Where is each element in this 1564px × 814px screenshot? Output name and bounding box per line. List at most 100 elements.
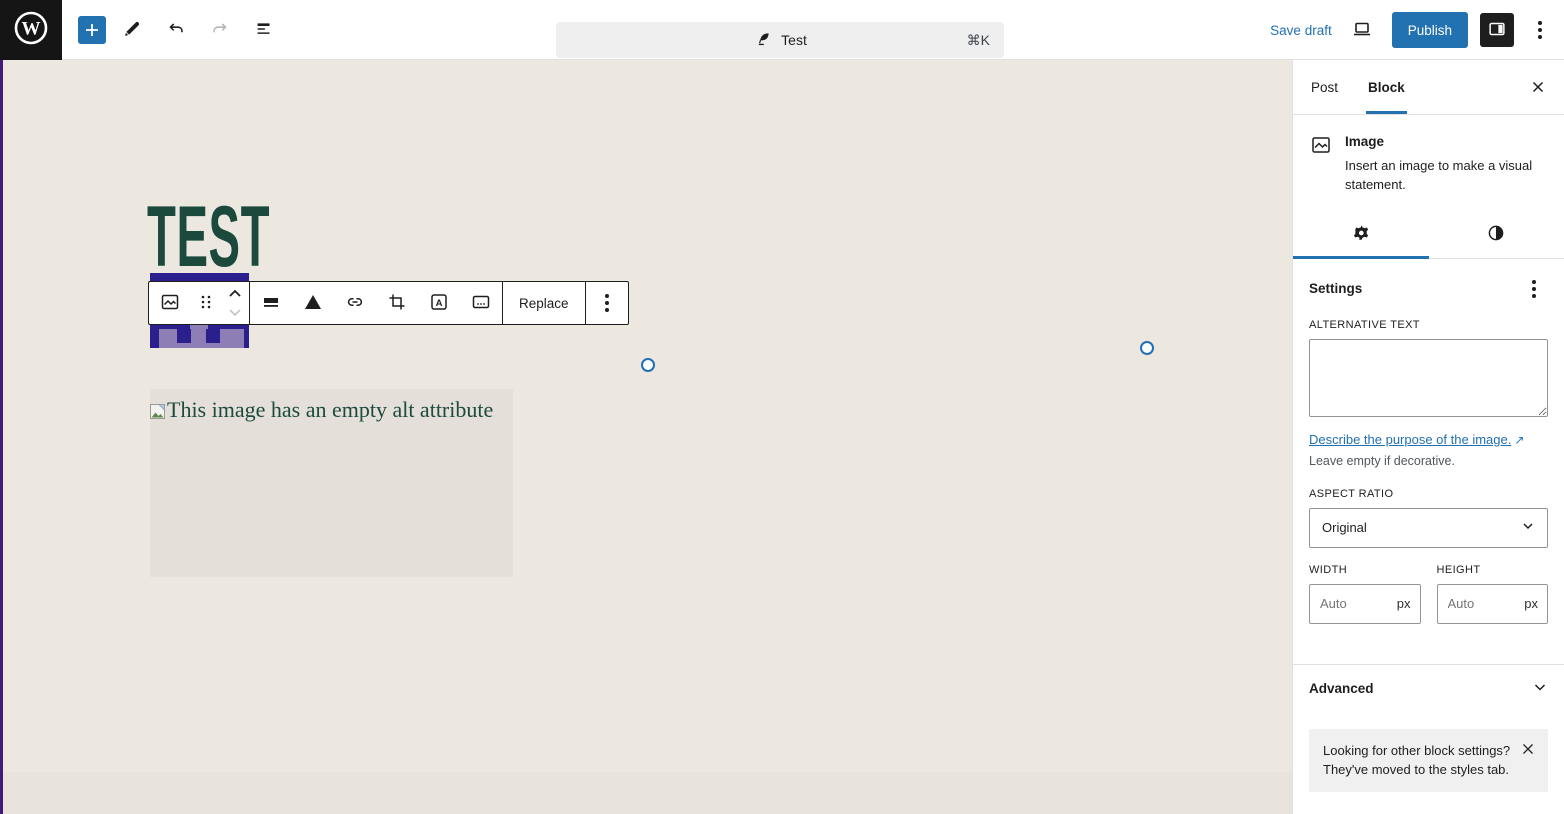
decorative-note: Leave empty if decorative.	[1309, 453, 1455, 468]
block-card-title: Image	[1345, 134, 1385, 149]
drag-handle-icon	[197, 293, 215, 314]
duotone-filter-button[interactable]	[292, 282, 334, 324]
broken-image-icon	[150, 400, 166, 426]
settings-heading: Settings	[1309, 281, 1363, 297]
link-icon	[343, 290, 367, 317]
caption-icon	[469, 290, 493, 317]
sidebar-tabs: Post Block	[1293, 60, 1564, 115]
resize-handle-left[interactable]	[641, 358, 655, 372]
tab-settings[interactable]	[1293, 211, 1429, 259]
align-button[interactable]	[250, 282, 292, 324]
svg-text:W: W	[22, 18, 41, 39]
image-block-type-button[interactable]	[149, 282, 191, 324]
alt-text-input[interactable]	[1309, 338, 1548, 417]
aspect-ratio-select[interactable]: Original	[1309, 507, 1548, 548]
replace-button[interactable]: Replace	[503, 282, 585, 324]
styles-contrast-icon	[1485, 222, 1507, 247]
crop-button[interactable]	[376, 282, 418, 324]
tab-styles[interactable]	[1429, 211, 1564, 258]
settings-options-button[interactable]	[1520, 275, 1548, 303]
wordpress-logo-icon: W	[13, 10, 49, 51]
wordpress-logo-button[interactable]: W	[0, 0, 62, 60]
tab-block[interactable]: Block	[1366, 60, 1407, 114]
editor-top-bar: W Test ⌘K Save draft Publish	[0, 0, 1564, 60]
dimension-fields: WIDTH px HEIGHT px	[1309, 564, 1548, 624]
settings-styles-tabs	[1293, 211, 1564, 259]
advanced-label: Advanced	[1309, 681, 1374, 697]
width-field: px	[1309, 583, 1421, 624]
command-center-bar[interactable]: Test ⌘K	[556, 22, 1004, 58]
block-card: Image Insert an image to make a visual s…	[1293, 115, 1564, 211]
advanced-chevron-icon	[1532, 679, 1548, 698]
settings-panel: Settings ALTERNATIVE TEXT Describe the p…	[1293, 259, 1564, 640]
resize-handle-right[interactable]	[1140, 341, 1154, 355]
settings-sidebar: Post Block Image Insert an image to make…	[1292, 60, 1564, 814]
advanced-section-toggle[interactable]: Advanced	[1293, 665, 1564, 713]
notice-text: Looking for other block settings? They'v…	[1323, 742, 1511, 778]
notice-close-icon	[1520, 741, 1536, 760]
aspect-ratio-value: Original	[1322, 520, 1367, 536]
crop-icon	[385, 290, 409, 317]
close-sidebar-button[interactable]	[1524, 74, 1552, 102]
dismiss-notice-button[interactable]	[1516, 739, 1540, 763]
width-unit: px	[1396, 596, 1411, 612]
edit-tool-button[interactable]	[114, 12, 150, 48]
gear-icon	[1350, 222, 1372, 247]
list-view-icon	[253, 18, 275, 43]
block-kebab-icon	[604, 294, 609, 312]
chevron-down-icon	[1521, 519, 1535, 536]
block-inserter-button[interactable]	[78, 16, 106, 44]
height-label: HEIGHT	[1436, 563, 1481, 576]
pencil-icon	[121, 18, 143, 43]
redo-icon	[209, 18, 231, 43]
width-label: WIDTH	[1309, 563, 1348, 576]
save-draft-button[interactable]: Save draft	[1270, 23, 1332, 38]
undo-icon	[165, 18, 187, 43]
describe-purpose-link[interactable]: Describe the purpose of the image. ↗	[1309, 432, 1524, 447]
options-menu-button[interactable]	[1526, 12, 1554, 48]
editor-canvas[interactable]: TEST This image has an empty alt attribu…	[3, 60, 1292, 814]
document-overview-button[interactable]	[246, 12, 282, 48]
tab-post[interactable]: Post	[1309, 60, 1340, 114]
broken-image-alt-text: This image has an empty alt attribute	[167, 397, 494, 422]
move-up-button[interactable]	[221, 283, 249, 303]
block-mover	[221, 282, 249, 324]
image-block-toolbar: A Replace	[148, 281, 629, 325]
undo-button[interactable]	[158, 12, 194, 48]
topbar-actions: Save draft Publish	[1270, 0, 1554, 60]
settings-sidebar-toggle[interactable]	[1480, 13, 1514, 47]
height-unit: px	[1524, 596, 1538, 612]
post-quill-icon	[753, 29, 773, 52]
external-link-icon: ↗	[1514, 432, 1525, 447]
canvas-footer-band	[3, 772, 1292, 814]
svg-text:A: A	[436, 298, 443, 309]
preview-button[interactable]	[1344, 12, 1380, 48]
text-over-image-button[interactable]: A	[418, 282, 460, 324]
replace-group: Replace	[502, 282, 585, 324]
image-block-card-icon	[1309, 133, 1333, 195]
laptop-icon	[1350, 17, 1374, 44]
post-heading[interactable]: TEST	[147, 194, 270, 280]
caption-button[interactable]	[460, 282, 502, 324]
sidebar-panel-icon	[1486, 18, 1508, 43]
broken-image-with-alt[interactable]: This image has an empty alt attribute	[150, 397, 493, 426]
link-button[interactable]	[334, 282, 376, 324]
publish-button[interactable]: Publish	[1391, 12, 1468, 48]
duotone-triangle-icon	[301, 290, 325, 317]
close-icon	[1529, 78, 1547, 99]
height-field: px	[1436, 583, 1548, 624]
drag-handle[interactable]	[191, 282, 221, 324]
width-input[interactable]	[1310, 596, 1387, 612]
redo-button[interactable]	[202, 12, 238, 48]
command-shortcut: ⌘K	[966, 31, 990, 48]
kebab-menu-icon	[1538, 21, 1542, 39]
block-options-button[interactable]	[586, 282, 628, 324]
move-down-button[interactable]	[221, 303, 249, 323]
settings-kebab-icon	[1532, 279, 1536, 298]
aspect-ratio-label: ASPECT RATIO	[1309, 487, 1394, 500]
block-controls-group	[149, 282, 249, 324]
image-block-icon	[158, 290, 182, 317]
height-input[interactable]	[1437, 596, 1515, 612]
alt-text-label: ALTERNATIVE TEXT	[1309, 318, 1420, 331]
block-card-description: Insert an image to make a visual stateme…	[1345, 158, 1533, 192]
